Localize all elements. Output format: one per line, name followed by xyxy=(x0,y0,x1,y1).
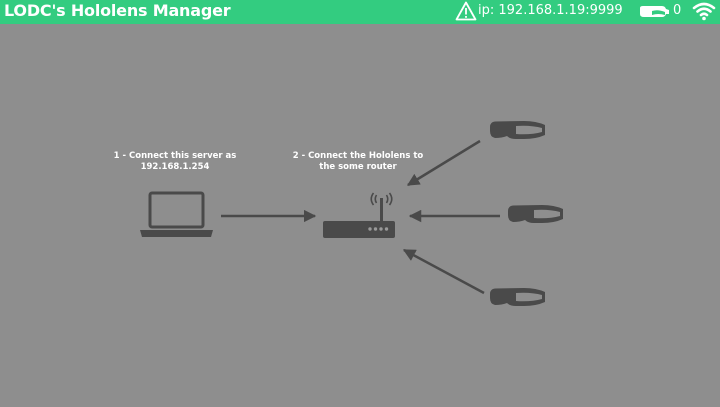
headset-icon xyxy=(640,6,669,17)
hololens-icon-2 xyxy=(508,205,563,223)
router-icon xyxy=(323,192,395,238)
top-bar: LODC's Hololens Manager ip: 192.168.1.19… xyxy=(0,0,720,24)
laptop-icon xyxy=(140,191,213,237)
headset-count: 0 xyxy=(673,3,682,18)
warning-icon[interactable] xyxy=(455,1,477,21)
network-diagram xyxy=(140,121,563,306)
arrow-hololens-3-to-router xyxy=(402,248,485,295)
hololens-icon-3 xyxy=(490,288,545,306)
app-title: LODC's Hololens Manager xyxy=(4,1,231,20)
ip-address-label: ip: 192.168.1.19:9999 xyxy=(478,3,623,18)
setup-diagram-area: 1 - Connect this server as 192.168.1.254… xyxy=(0,24,720,407)
hololens-icon-1 xyxy=(490,121,545,139)
wifi-icon[interactable] xyxy=(692,1,716,21)
arrow-hololens-1-to-router xyxy=(406,139,481,187)
